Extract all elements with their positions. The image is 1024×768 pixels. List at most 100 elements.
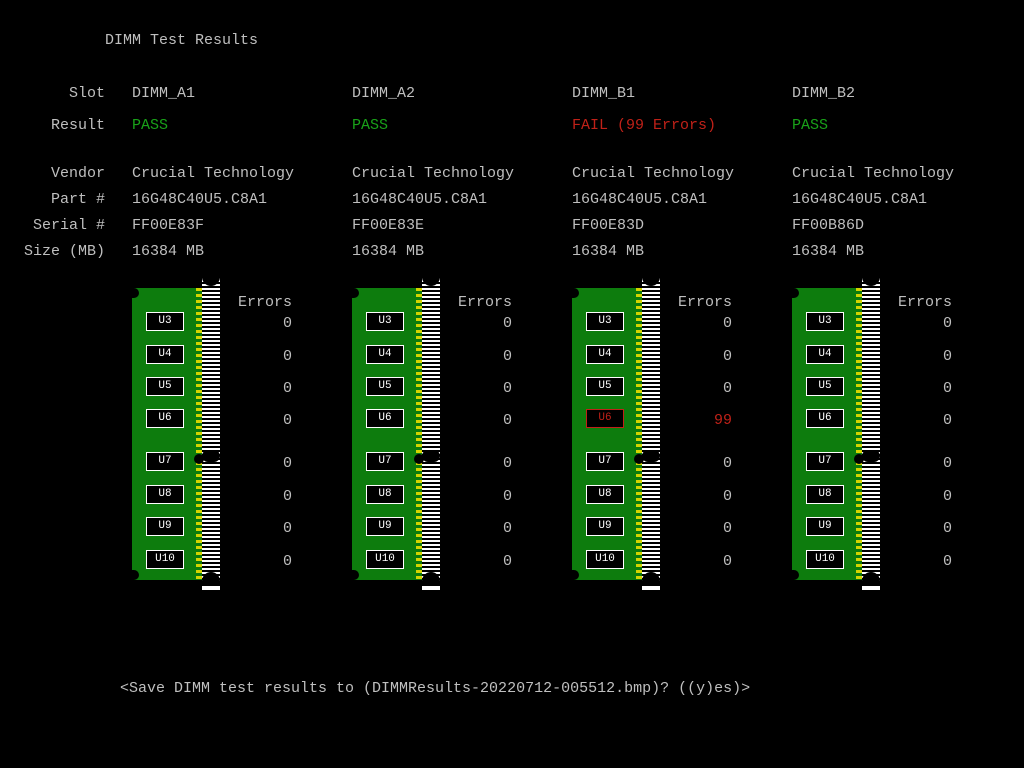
label-result: Result <box>0 117 105 134</box>
errors-header: Errors <box>672 294 732 311</box>
memory-chip: U7 <box>586 452 624 471</box>
memory-chip: U7 <box>806 452 844 471</box>
memory-chip: U5 <box>366 377 404 396</box>
memory-chip: U4 <box>146 345 184 364</box>
chip-error-count: 0 <box>452 455 512 472</box>
dimm-module: U3U4U5U6U7U8U9U10Errors00000000 <box>792 278 880 580</box>
chip-error-count: 0 <box>232 553 292 570</box>
chip-error-count: 0 <box>672 488 732 505</box>
chip-error-count: 0 <box>892 488 952 505</box>
chip-error-count: 0 <box>672 315 732 332</box>
slot-part: 16G48C40U5.C8A1 <box>352 191 572 208</box>
slot-name: DIMM_B1 <box>572 85 792 102</box>
chip-error-count: 0 <box>892 553 952 570</box>
slot-part: 16G48C40U5.C8A1 <box>792 191 1012 208</box>
memory-chip: U5 <box>586 377 624 396</box>
memory-chip: U9 <box>806 517 844 536</box>
dimm-stick-icon: U3 U4 U5 U6 U7 U8 U9 U10 <box>792 278 880 580</box>
chip-error-count: 0 <box>672 520 732 537</box>
chip-error-count: 0 <box>892 455 952 472</box>
slot-vendor: Crucial Technology <box>132 165 352 182</box>
dimm-module: U3U4U5U6U7U8U9U10Errors000990000 <box>572 278 660 580</box>
chip-error-count: 0 <box>672 348 732 365</box>
memory-chip: U3 <box>366 312 404 331</box>
slot-name: DIMM_A2 <box>352 85 572 102</box>
memory-chip: U4 <box>806 345 844 364</box>
dimm-stick-icon: U3U4U5U6U7U8U9U10 <box>352 278 440 580</box>
chip-error-count: 99 <box>672 412 732 429</box>
slot-part: 16G48C40U5.C8A1 <box>132 191 352 208</box>
slot-vendor: Crucial Technology <box>572 165 792 182</box>
memory-chip: U4 <box>586 345 624 364</box>
memory-chip: U8 <box>586 485 624 504</box>
memory-chip: U7 <box>146 452 184 471</box>
errors-header: Errors <box>892 294 952 311</box>
chip-error-count: 0 <box>672 553 732 570</box>
memory-chip: U8 <box>806 485 844 504</box>
errors-header: Errors <box>232 294 292 311</box>
memory-chip: U6 <box>146 409 184 428</box>
dimm-module: U3U4U5U6U7U8U9U10Errors00000000 <box>352 278 440 580</box>
memory-chip: U3 <box>146 312 184 331</box>
slot-size: 16384 MB <box>572 243 792 260</box>
save-prompt[interactable]: <Save DIMM test results to (DIMMResults-… <box>120 680 750 697</box>
chip-error-count: 0 <box>892 315 952 332</box>
memory-chip: U10 <box>806 550 844 569</box>
memory-chip: U6 <box>586 409 624 428</box>
chip-error-count: 0 <box>452 315 512 332</box>
label-part: Part # <box>0 191 105 208</box>
chip-error-count: 0 <box>892 412 952 429</box>
memory-chip: U3 <box>586 312 624 331</box>
slot-result: PASS <box>792 117 1012 134</box>
chip-error-count: 0 <box>452 348 512 365</box>
slot-size: 16384 MB <box>792 243 1012 260</box>
label-size: Size (MB) <box>0 243 105 260</box>
memory-chip: U5 <box>806 377 844 396</box>
dimm-stick-icon: U3 U4 U5 U6 U7 U8 U9 U10 <box>132 278 220 580</box>
memory-chip: U10 <box>146 550 184 569</box>
slot-serial: FF00E83D <box>572 217 792 234</box>
chip-error-count: 0 <box>232 520 292 537</box>
slot-serial: FF00E83F <box>132 217 352 234</box>
errors-header: Errors <box>452 294 512 311</box>
memory-chip: U5 <box>146 377 184 396</box>
chip-error-count: 0 <box>232 455 292 472</box>
memory-chip: U4 <box>366 345 404 364</box>
chip-error-count: 0 <box>452 520 512 537</box>
chip-error-count: 0 <box>232 348 292 365</box>
memory-chip: U8 <box>146 485 184 504</box>
slot-name: DIMM_B2 <box>792 85 1012 102</box>
chip-error-count: 0 <box>452 488 512 505</box>
slot-name: DIMM_A1 <box>132 85 352 102</box>
chip-error-count: 0 <box>232 412 292 429</box>
chip-error-count: 0 <box>892 348 952 365</box>
dimm-module: U3U4U5U6U7U8U9U10Errors00000000 <box>132 278 220 580</box>
slot-result: FAIL (99 Errors) <box>572 117 792 134</box>
chip-error-count: 0 <box>672 380 732 397</box>
chip-error-count: 0 <box>892 520 952 537</box>
memory-chip: U9 <box>146 517 184 536</box>
slot-size: 16384 MB <box>132 243 352 260</box>
chip-error-count: 0 <box>452 380 512 397</box>
chip-error-count: 0 <box>672 455 732 472</box>
memory-chip: U9 <box>586 517 624 536</box>
chip-error-count: 0 <box>452 553 512 570</box>
label-slot: Slot <box>0 85 105 102</box>
chip-error-count: 0 <box>232 380 292 397</box>
chip-error-count: 0 <box>452 412 512 429</box>
memory-chip: U3 <box>806 312 844 331</box>
slot-serial: FF00B86D <box>792 217 1012 234</box>
slot-vendor: Crucial Technology <box>792 165 1012 182</box>
memory-chip: U9 <box>366 517 404 536</box>
memory-chip: U10 <box>366 550 404 569</box>
chip-error-count: 0 <box>232 315 292 332</box>
label-vendor: Vendor <box>0 165 105 182</box>
memory-chip: U10 <box>586 550 624 569</box>
label-serial: Serial # <box>0 217 105 234</box>
memory-chip: U8 <box>366 485 404 504</box>
dimm-stick-icon: U3 U4 U5 U6 U7 U8 U9 U10 <box>572 278 660 580</box>
slot-serial: FF00E83E <box>352 217 572 234</box>
memory-chip: U6 <box>366 409 404 428</box>
chip-error-count: 0 <box>892 380 952 397</box>
memory-chip: U6 <box>806 409 844 428</box>
